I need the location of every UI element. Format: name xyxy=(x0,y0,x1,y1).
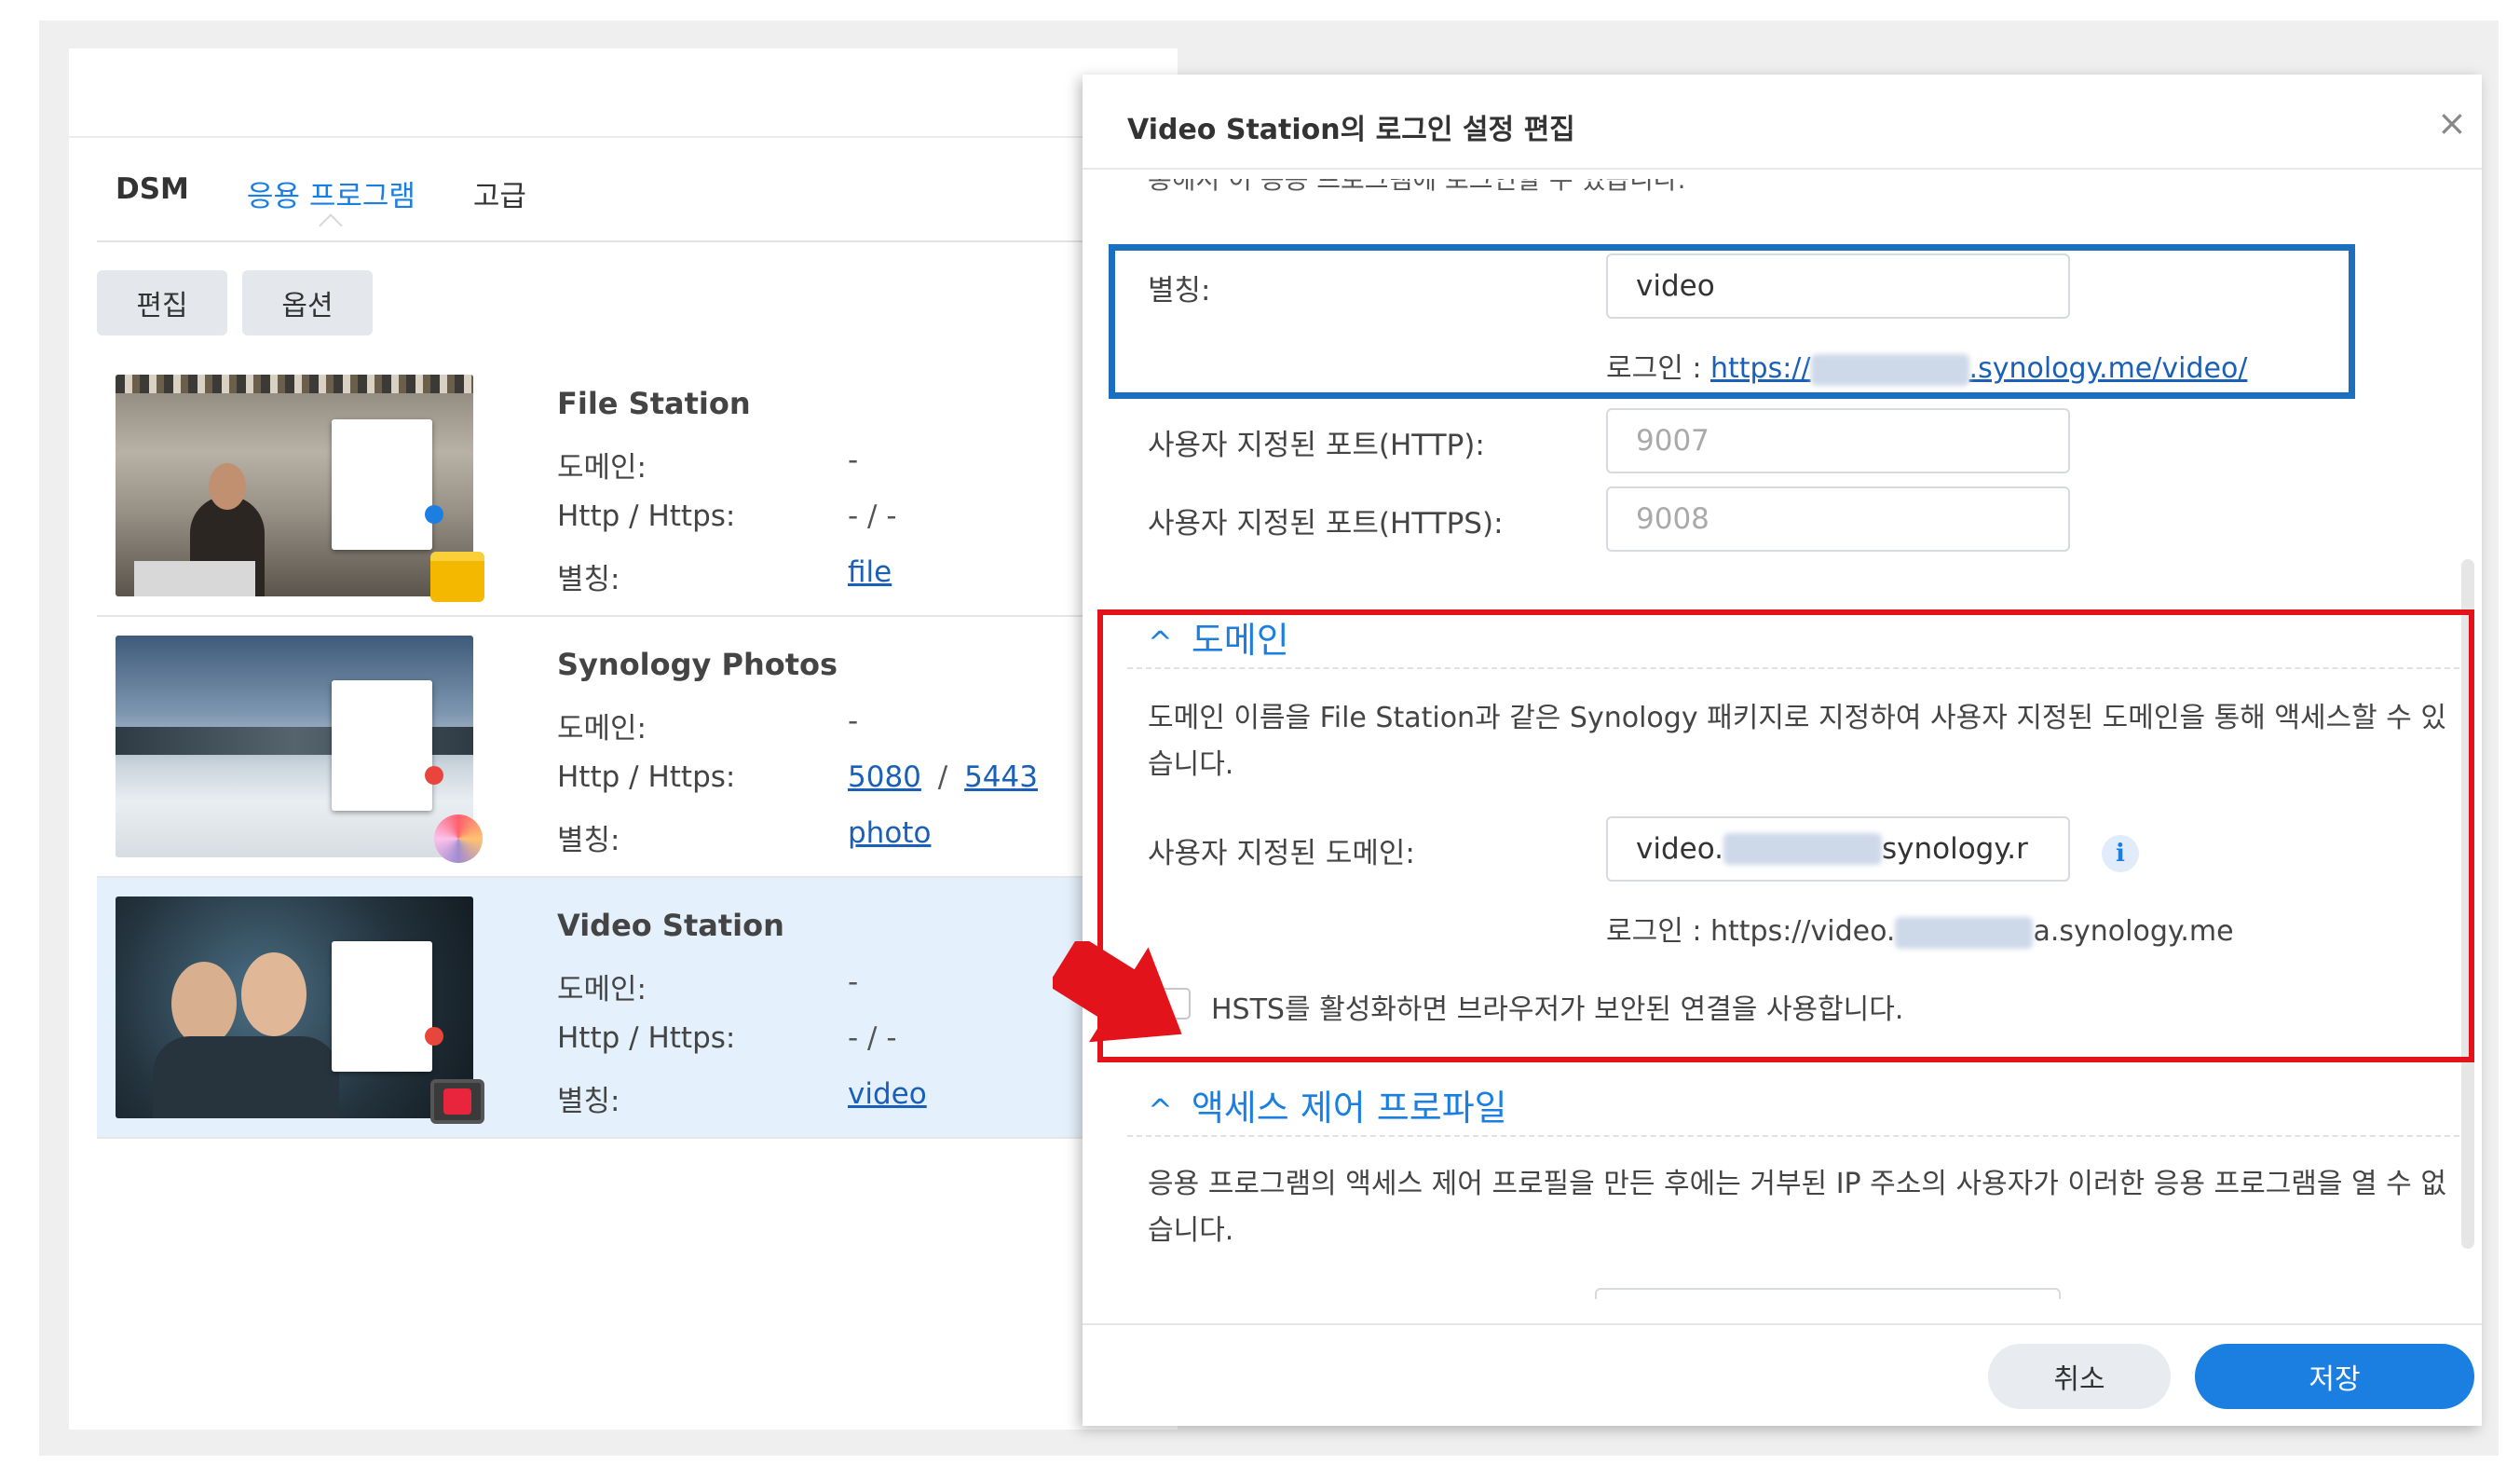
video-station-thumbnail xyxy=(116,896,473,1118)
domain-highlight-box xyxy=(1097,609,2474,1062)
screenshot: DSM 응용 프로그램 고급 편집 옵션 File Station 도메인: -… xyxy=(0,0,2520,1478)
video-station-play-icon xyxy=(430,1079,484,1124)
http-port-label: 사용자 지정된 포트(HTTP): xyxy=(1148,429,1485,462)
dialog-title: Video Station의 로그인 설정 편집 xyxy=(1127,114,1575,146)
alias-link-photo[interactable]: photo xyxy=(848,816,931,850)
options-button[interactable]: 옵션 xyxy=(242,270,373,335)
cut-off-text: 통해서 이 응용 프로그램에 로그인할 수 있습니다. xyxy=(1148,179,1707,192)
app-row-file-station[interactable]: File Station 도메인: - Http / Https: - / - … xyxy=(97,356,1178,617)
red-arrow-icon xyxy=(1053,941,1182,1043)
save-button[interactable]: 저장 xyxy=(2195,1344,2474,1409)
tab-dsm[interactable]: DSM xyxy=(116,172,189,214)
close-icon[interactable]: × xyxy=(2437,103,2467,144)
chevron-up-icon: ^ xyxy=(1148,1092,1173,1128)
file-station-folder-icon xyxy=(430,552,484,602)
alias-link-video[interactable]: video xyxy=(848,1077,927,1111)
http-port-link[interactable]: 5080 xyxy=(848,760,921,794)
https-port-label: 사용자 지정된 포트(HTTPS): xyxy=(1148,507,1504,541)
cancel-button[interactable]: 취소 xyxy=(1988,1344,2171,1409)
alias-link-file[interactable]: file xyxy=(848,555,892,589)
app-row-synology-photos[interactable]: Synology Photos 도메인: - Http / Https: 508… xyxy=(97,617,1178,878)
https-port-input[interactable]: 9008 xyxy=(1606,486,2070,552)
tab-applications[interactable]: 응용 프로그램 xyxy=(247,172,415,214)
synology-photos-icon xyxy=(434,814,483,863)
file-station-thumbnail xyxy=(116,375,473,596)
access-control-section-header[interactable]: ^ 액세스 제어 프로파일 xyxy=(1148,1079,1507,1130)
http-port-input[interactable]: 9007 xyxy=(1606,408,2070,473)
app-row-video-station[interactable]: Video Station 도메인: - Http / Https: - / -… xyxy=(97,878,1178,1139)
tab-advanced[interactable]: 고급 xyxy=(473,172,526,214)
app-name: Synology Photos xyxy=(557,647,838,682)
app-name: Video Station xyxy=(557,908,784,943)
https-port-link[interactable]: 5443 xyxy=(964,760,1038,794)
alias-highlight-box xyxy=(1109,244,2355,399)
access-control-description: 응용 프로그램의 액세스 제어 프로필을 만든 후에는 거부된 IP 주소의 사… xyxy=(1148,1168,2446,1247)
tab-bar: DSM 응용 프로그램 고급 xyxy=(116,172,584,214)
synology-photos-thumbnail xyxy=(116,636,473,857)
edit-button[interactable]: 편집 xyxy=(97,270,227,335)
app-name: File Station xyxy=(557,386,751,421)
